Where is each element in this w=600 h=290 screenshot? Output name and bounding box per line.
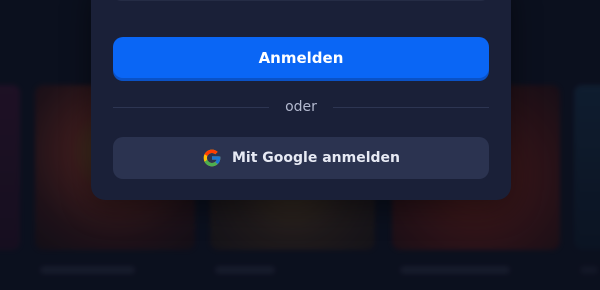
divider-line [332, 106, 490, 108]
google-login-button[interactable]: Mit Google anmelden [113, 137, 489, 179]
google-icon [202, 148, 222, 168]
divider-line [113, 106, 270, 108]
password-field[interactable] [113, 0, 489, 1]
login-button[interactable]: Anmelden [113, 37, 489, 78]
login-modal: Anmelden oder Mit Google anmelden [91, 0, 511, 200]
divider-text: oder [285, 99, 317, 115]
google-login-label: Mit Google anmelden [232, 150, 400, 166]
page: Anmelden oder Mit Google anmelden [0, 0, 600, 290]
or-divider: oder [113, 97, 490, 117]
